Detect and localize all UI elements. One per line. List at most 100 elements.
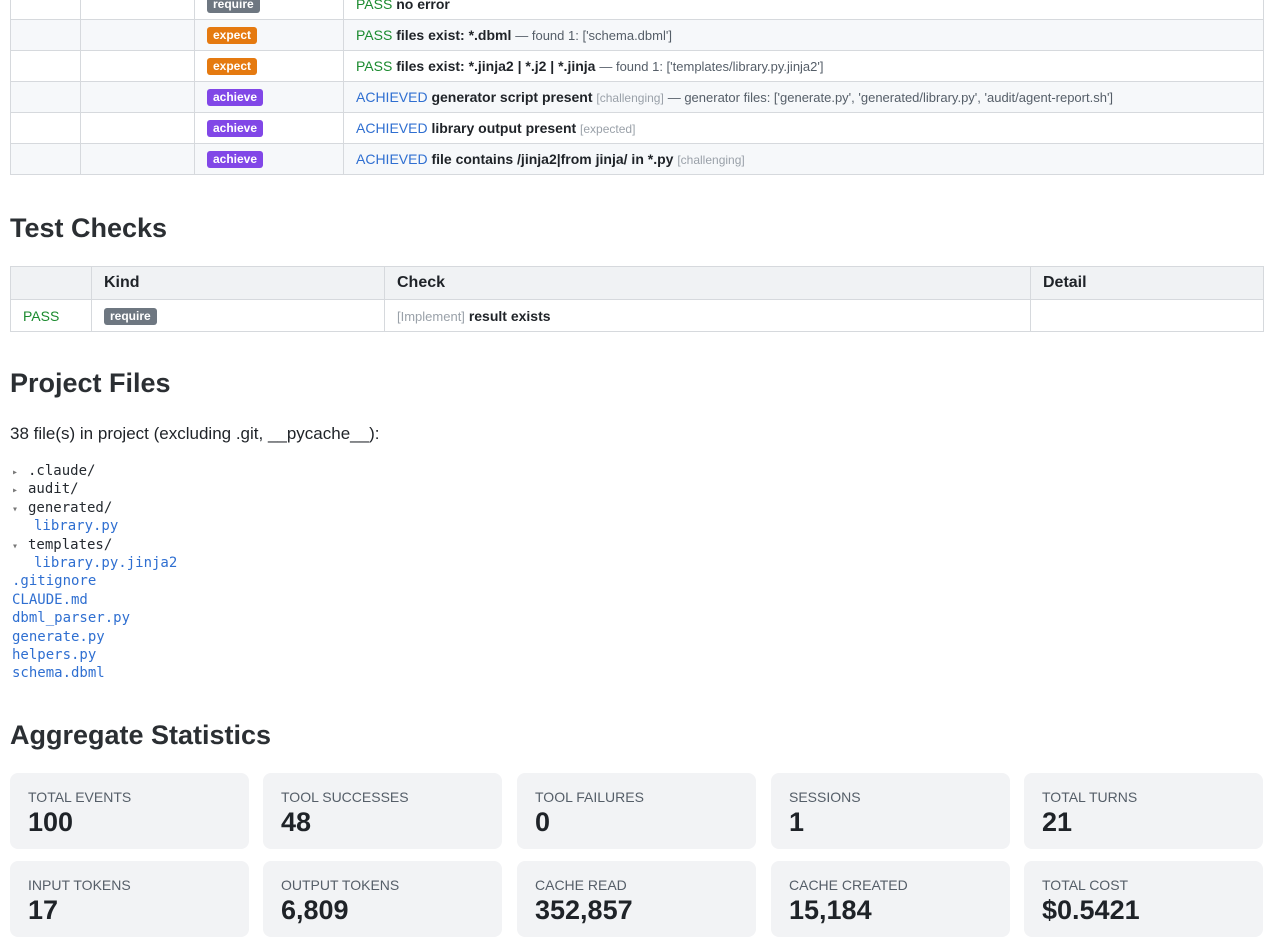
criteria-status: ACHIEVED <box>356 89 428 105</box>
stat-value: 352,857 <box>535 895 633 925</box>
tree-dir[interactable]: ▾ templates/ <box>12 536 177 554</box>
col-check-header: Check <box>384 266 1031 300</box>
tree-dir[interactable]: ▾ generated/ <box>12 499 177 517</box>
col-detail-header: Detail <box>1030 266 1264 300</box>
kind-badge: expect <box>207 27 258 44</box>
criteria-result-cell: PASS no error <box>343 0 1264 20</box>
stat-card: INPUT TOKENS 17 <box>10 861 249 937</box>
criteria-status: ACHIEVED <box>356 151 428 167</box>
kind-badge: require <box>207 0 260 13</box>
criteria-empty-cell <box>80 143 195 175</box>
stat-value: $0.5421 <box>1042 895 1140 925</box>
criteria-tag: [expected] <box>580 122 636 136</box>
tree-file[interactable]: CLAUDE.md <box>12 591 177 609</box>
kind-badge: achieve <box>207 120 264 137</box>
stat-label: INPUT TOKENS <box>28 877 131 893</box>
criteria-result-cell: ACHIEVED file contains /jinja2|from jinj… <box>343 143 1264 175</box>
criteria-empty-cell <box>10 19 81 51</box>
criteria-empty-cell <box>80 112 195 144</box>
tree-file[interactable]: helpers.py <box>12 646 177 664</box>
tree-file[interactable]: library.py.jinja2 <box>12 554 177 572</box>
stat-value: 1 <box>789 807 805 837</box>
chevron-down-icon[interactable]: ▾ <box>12 538 28 556</box>
criteria-kind-cell: require <box>194 0 344 20</box>
stat-value: 21 <box>1042 807 1073 837</box>
file-link[interactable]: helpers.py <box>12 647 96 663</box>
tree-file[interactable]: dbml_parser.py <box>12 609 177 627</box>
stat-card: TOTAL TURNS 21 <box>1024 773 1263 849</box>
criteria-kind-cell: expect <box>194 50 344 82</box>
stat-label: OUTPUT TOKENS <box>281 877 400 893</box>
file-tree: ▸ .claude/▸ audit/▾ generated/library.py ▾ te… <box>12 462 177 683</box>
tree-dir[interactable]: ▸ .claude/ <box>12 462 177 480</box>
criteria-empty-cell <box>10 112 81 144</box>
stat-value: 6,809 <box>281 895 349 925</box>
stat-value: 17 <box>28 895 59 925</box>
file-link[interactable]: CLAUDE.md <box>12 592 88 608</box>
stat-card: TOOL SUCCESSES 48 <box>263 773 502 849</box>
criteria-empty-cell <box>10 81 81 113</box>
project-files-heading: Project Files <box>10 368 171 398</box>
criteria-row: achieve ACHIEVED generator script present… <box>10 81 1264 113</box>
stat-label: TOTAL TURNS <box>1042 789 1138 805</box>
file-link[interactable]: .gitignore <box>12 573 96 589</box>
stat-label: TOOL FAILURES <box>535 789 644 805</box>
stat-value: 100 <box>28 807 74 837</box>
stat-card: SESSIONS 1 <box>771 773 1010 849</box>
check-cell: [Implement] result exists <box>384 299 1031 332</box>
criteria-result-cell: PASS files exist: *.dbml — found 1: ['sc… <box>343 19 1264 51</box>
file-link[interactable]: schema.dbml <box>12 665 105 681</box>
criteria-note: — found 1: ['templates/library.py.jinja2… <box>599 59 824 74</box>
criteria-table: require PASS no error expect PASS files ex… <box>10 0 1264 175</box>
criteria-result-cell: ACHIEVED library output present [expecte… <box>343 112 1264 144</box>
tree-file[interactable]: library.py <box>12 517 177 535</box>
criteria-empty-cell <box>10 143 81 175</box>
dir-name[interactable]: generated/ <box>28 500 112 516</box>
test-checks-heading: Test Checks <box>10 213 168 243</box>
file-link[interactable]: library.py.jinja2 <box>34 555 177 571</box>
criteria-kind-cell: achieve <box>194 112 344 144</box>
check-kind-cell: require <box>91 299 385 332</box>
file-link[interactable]: generate.py <box>12 629 105 645</box>
files-summary: 38 file(s) in project (excluding .git, _… <box>10 424 380 443</box>
kind-badge: achieve <box>207 151 264 168</box>
stat-label: CACHE CREATED <box>789 877 908 893</box>
tree-file[interactable]: schema.dbml <box>12 664 177 682</box>
tree-file[interactable]: .gitignore <box>12 572 177 590</box>
criteria-status: ACHIEVED <box>356 120 428 136</box>
stat-label: TOOL SUCCESSES <box>281 789 409 805</box>
criteria-row: achieve ACHIEVED library output present [… <box>10 112 1264 144</box>
stat-label: TOTAL COST <box>1042 877 1129 893</box>
file-link[interactable]: library.py <box>34 518 118 534</box>
criteria-empty-cell <box>80 81 195 113</box>
criteria-tag: [challenging] <box>596 91 664 105</box>
dir-name[interactable]: .claude/ <box>28 463 95 479</box>
stat-card: CACHE CREATED 15,184 <box>771 861 1010 937</box>
test-checks-table: Kind Check Detail PASS require [Implemen… <box>10 266 1264 332</box>
tree-dir[interactable]: ▸ audit/ <box>12 480 177 498</box>
criteria-empty-cell <box>10 0 81 20</box>
criteria-result-cell: ACHIEVED generator script present [chall… <box>343 81 1264 113</box>
chevron-down-icon[interactable]: ▾ <box>12 501 28 519</box>
stat-card: TOTAL EVENTS 100 <box>10 773 249 849</box>
criteria-note: — found 1: ['schema.dbml'] <box>515 28 672 43</box>
criteria-name: files exist: *.dbml <box>396 27 512 43</box>
check-detail <box>1030 299 1264 332</box>
criteria-name: files exist: *.jinja2 | *.j2 | *.jinja <box>396 58 596 74</box>
stat-card: TOOL FAILURES 0 <box>517 773 756 849</box>
criteria-status: PASS <box>356 27 393 43</box>
criteria-name: no error <box>396 0 450 12</box>
col-status-header <box>10 266 92 300</box>
tree-file[interactable]: generate.py <box>12 628 177 646</box>
stat-label: CACHE READ <box>535 877 627 893</box>
table-row: PASS require [Implement] result exists <box>10 299 1264 332</box>
check-name: result exists <box>468 307 551 324</box>
dir-name[interactable]: templates/ <box>28 537 112 553</box>
criteria-row: expect PASS files exist: *.jinja2 | *.j2 … <box>10 50 1264 82</box>
criteria-kind-cell: expect <box>194 19 344 51</box>
stat-value: 15,184 <box>789 895 872 925</box>
file-link[interactable]: dbml_parser.py <box>12 610 130 626</box>
criteria-note: — generator files: ['generate.py', 'gene… <box>667 90 1114 105</box>
criteria-empty-cell <box>80 0 195 20</box>
dir-name[interactable]: audit/ <box>28 481 79 497</box>
